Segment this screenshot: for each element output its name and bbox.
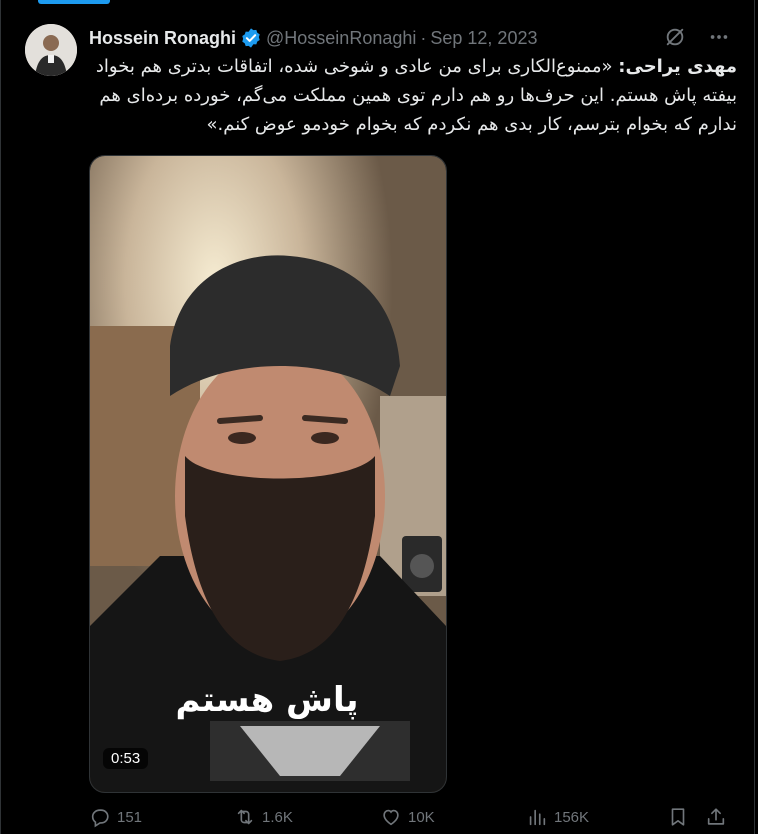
more-icon[interactable] [706, 24, 732, 50]
tweet-text: مهدی یراحی: «ممنوع‌الکاری برای من عادی و… [89, 52, 737, 139]
speaker-name: مهدی یراحی: [618, 56, 737, 77]
views-button[interactable]: 156K [526, 806, 667, 828]
repost-icon [237, 809, 253, 825]
grok-icon[interactable] [662, 24, 688, 50]
video-caption: پاش هستم [175, 680, 359, 720]
like-icon [383, 809, 399, 826]
tweet-header: Hossein Ronaghi @HosseinRonaghi · Sep 12… [89, 26, 537, 50]
like-button[interactable]: 10K [380, 806, 526, 828]
tweet-date[interactable]: Sep 12, 2023 [430, 28, 537, 49]
header-actions [662, 24, 732, 50]
view-count: 156K [554, 808, 590, 826]
video-duration: 0:53 [103, 748, 149, 769]
bookmark-button[interactable] [667, 806, 705, 828]
views-icon [529, 809, 546, 826]
verified-badge-icon [240, 27, 262, 49]
reply-button[interactable]: 151 [89, 806, 234, 828]
like-count: 10K [408, 808, 435, 826]
tweet-card: Hossein Ronaghi @HosseinRonaghi · Sep 12… [0, 0, 755, 834]
bookmark-icon [671, 808, 685, 826]
avatar[interactable] [25, 24, 77, 76]
action-bar: 151 1.6K 10K 156K [89, 804, 737, 830]
repost-button[interactable]: 1.6K [234, 806, 380, 828]
tab-indicator [38, 0, 110, 4]
share-button[interactable] [705, 806, 735, 828]
author-handle[interactable]: @HosseinRonaghi [266, 28, 416, 49]
author-name[interactable]: Hossein Ronaghi [89, 28, 236, 49]
repost-count: 1.6K [262, 808, 293, 826]
share-icon [707, 808, 725, 825]
reply-icon [91, 809, 109, 828]
separator: · [420, 27, 427, 48]
reply-count: 151 [117, 808, 143, 826]
